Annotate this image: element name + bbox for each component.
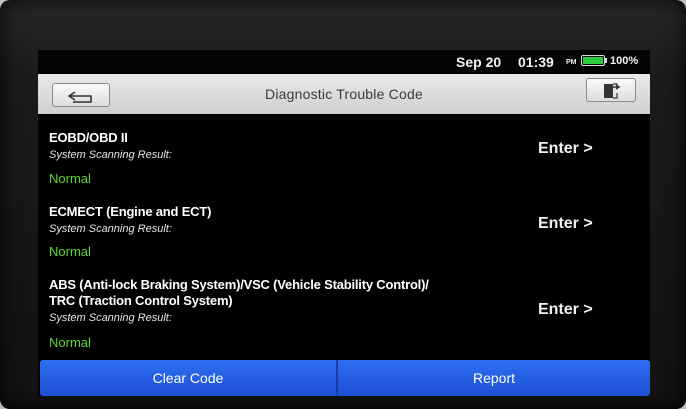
- bottom-action-bar: Clear Code Report: [40, 360, 650, 396]
- status-ampm: PM: [566, 59, 577, 66]
- enter-button[interactable]: Enter >: [538, 215, 593, 233]
- system-title: EOBD/OBD II: [49, 130, 128, 145]
- system-title-line-2: TRC (Traction Control System): [49, 293, 233, 308]
- exit-door-icon: [604, 83, 621, 99]
- system-subtitle: System Scanning Result:: [49, 149, 172, 161]
- system-title: ABS (Anti-lock Braking System)/VSC (Vehi…: [49, 277, 429, 292]
- system-title: ECMECT (Engine and ECT): [49, 204, 212, 219]
- enter-button[interactable]: Enter >: [538, 140, 593, 158]
- system-subtitle: System Scanning Result:: [49, 223, 172, 235]
- battery-fill: [583, 57, 603, 64]
- system-status: Normal: [49, 244, 91, 259]
- device-bezel: Sep 20 01:39 PM 100% Diagnostic Trouble …: [0, 0, 686, 409]
- report-button[interactable]: Report: [338, 360, 650, 396]
- status-time: 01:39: [518, 54, 554, 70]
- enter-button[interactable]: Enter >: [538, 301, 593, 319]
- screen: Sep 20 01:39 PM 100% Diagnostic Trouble …: [38, 50, 650, 396]
- system-status: Normal: [49, 171, 91, 186]
- battery-tip: [605, 58, 607, 63]
- battery-percent: 100%: [610, 55, 639, 67]
- header-bar: Diagnostic Trouble Code: [38, 74, 650, 114]
- exit-button[interactable]: [586, 78, 636, 102]
- system-subtitle: System Scanning Result:: [49, 312, 172, 324]
- clear-code-button[interactable]: Clear Code: [40, 360, 336, 396]
- system-status: Normal: [49, 335, 91, 350]
- battery-icon: [581, 55, 605, 66]
- status-bar: Sep 20 01:39 PM 100%: [38, 50, 650, 72]
- status-date: Sep 20: [456, 54, 502, 70]
- page-title: Diagnostic Trouble Code: [265, 86, 423, 102]
